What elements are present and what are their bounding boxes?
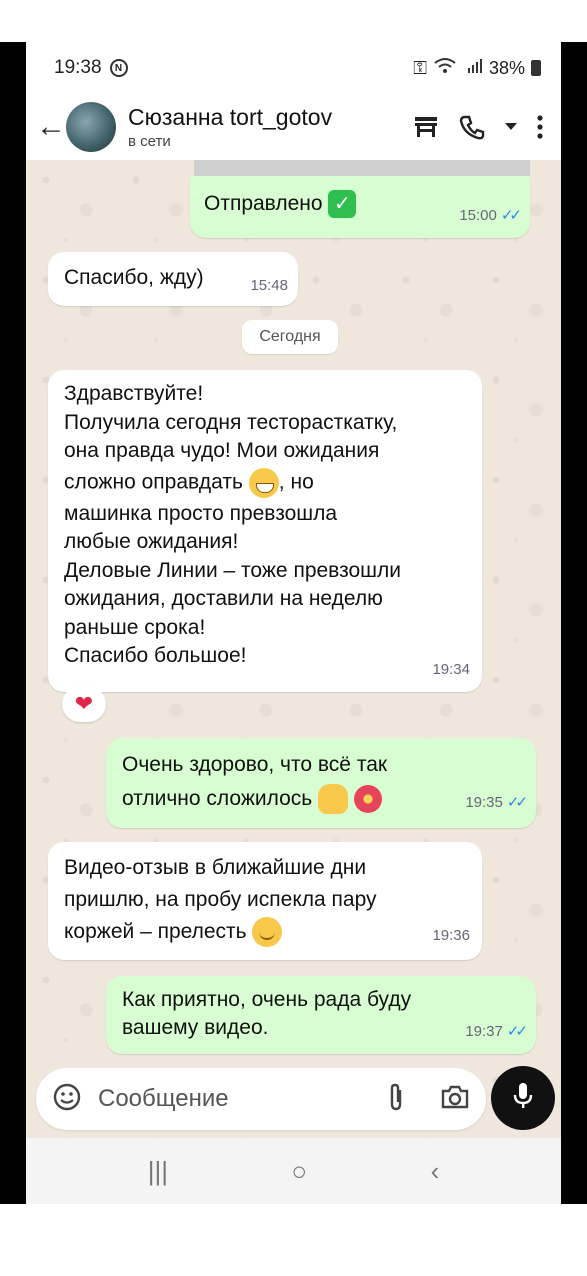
message-text: Отправлено [204, 192, 323, 215]
chat-header: ← Сюзанна tort_gotov в сети [26, 94, 561, 160]
message-input-bar[interactable]: Сообщение [36, 1068, 486, 1130]
message-line: любые ожидания! [64, 530, 239, 553]
message-meta: 19:37 ✓✓ [465, 1018, 528, 1046]
message-line: пришлю, на пробу испекла пару [64, 888, 377, 911]
message-time: 19:34 [432, 660, 470, 678]
message-time: 19:37 [465, 1023, 503, 1040]
heart-reaction-icon[interactable]: ❤ [62, 686, 106, 722]
input-actions [386, 1082, 470, 1117]
mic-icon [512, 1081, 534, 1116]
message-meta: 19:36 [432, 920, 470, 952]
message-meta: 19:35 ✓✓ [465, 786, 528, 820]
message-line: раньше срока! [64, 615, 206, 639]
message-time: 19:35 [465, 794, 503, 811]
message-time: 15:00 [459, 207, 497, 224]
system-nav-bar: ||| ○ ‹ [26, 1138, 561, 1204]
signal-icon [467, 58, 483, 79]
message-line: Здравствуйте! [64, 382, 204, 405]
recents-icon[interactable]: ||| [148, 1156, 168, 1187]
back-arrow-icon[interactable]: ← [36, 110, 66, 144]
message-line: вашему видео. [122, 1016, 269, 1039]
hibiscus-emoji [353, 785, 382, 814]
store-icon[interactable] [413, 115, 439, 139]
message-line: она правда чудо! Мои ожидания [64, 439, 380, 462]
message-line: Очень здорово, что всё так [122, 753, 388, 776]
status-bar: 19:38 N ⚿ 38% [26, 42, 561, 94]
contact-info[interactable]: Сюзанна tort_gotov в сети [128, 104, 332, 150]
message-line: Получила сегодня тесторасткатку, [64, 410, 398, 434]
battery-percent: 38% [488, 57, 525, 78]
message-bubble[interactable]: Видео-отзыв в ближайшие дни пришлю, на п… [48, 842, 482, 960]
message-meta: 15:48 [250, 272, 288, 300]
mic-button[interactable] [491, 1066, 555, 1130]
header-actions [413, 114, 561, 140]
screen: 19:38 N ⚿ 38% ← Сюзанна tort_gotov в сет… [26, 42, 561, 1204]
message-line: Деловые Линии – тоже превзошли [64, 558, 401, 582]
status-time: 19:38 [54, 57, 102, 78]
notification-icon: N [109, 59, 128, 77]
message-line: Видео-отзыв в ближайшие дни [64, 856, 367, 879]
message-line-with-emoji: коржей – прелесть [64, 916, 466, 948]
message-line: сложно оправдать [64, 470, 243, 494]
message-line-with-emoji: сложно оправдать , но [64, 467, 466, 498]
message-bubble[interactable]: Отправлено ✓ 15:00 ✓✓ [190, 176, 530, 238]
attach-icon[interactable] [386, 1082, 406, 1117]
date-separator: Сегодня [242, 320, 338, 354]
message-line: машинка просто превзошла [64, 501, 338, 525]
read-ticks-icon: ✓✓ [506, 794, 528, 811]
message-input[interactable]: Сообщение [98, 1085, 229, 1113]
back-icon[interactable]: ‹ [431, 1156, 440, 1187]
message-line: ожидания, доставили на неделю [64, 587, 383, 610]
grinning-face-emoji [248, 467, 279, 498]
key-icon: ⚿ [413, 57, 427, 78]
message-line: коржей – прелесть [64, 920, 247, 943]
battery-icon [531, 60, 541, 76]
read-ticks-icon: ✓✓ [506, 1023, 528, 1040]
message-text: Спасибо, жду) [64, 266, 204, 289]
contact-name: Сюзанна tort_gotov [128, 104, 333, 130]
camera-icon[interactable] [440, 1084, 470, 1115]
more-vert-icon[interactable] [537, 115, 543, 139]
message-line: Как приятно, очень рада буду [122, 988, 412, 1011]
check-mark-emoji: ✓ [328, 190, 357, 219]
avatar[interactable] [66, 102, 116, 152]
raising-hands-emoji [318, 784, 349, 815]
message-line: , но [278, 470, 314, 494]
home-icon[interactable]: ○ [291, 1156, 307, 1187]
message-meta: 19:34 [432, 656, 470, 685]
message-bubble[interactable]: Спасибо, жду) 15:48 [48, 252, 298, 306]
message-bubble[interactable]: Как приятно, очень рада буду вашему виде… [106, 976, 536, 1054]
status-right: ⚿ 38% [413, 57, 541, 80]
message-bubble[interactable]: Здравствуйте! Получила сегодня тестораст… [48, 370, 482, 692]
sticker-icon[interactable] [52, 1082, 82, 1117]
chevron-down-icon[interactable] [505, 123, 517, 131]
message-line: Спасибо большое! [64, 644, 247, 667]
message-line-with-emoji: отлично сложилось [122, 782, 520, 816]
read-ticks-icon: ✓✓ [500, 207, 522, 224]
contact-status: в сети [128, 133, 171, 150]
message-time: 19:36 [432, 927, 470, 944]
phone-icon[interactable] [459, 114, 485, 140]
smiling-face-emoji [252, 917, 283, 948]
wifi-call-icon [433, 57, 461, 80]
message-meta: 15:00 ✓✓ [459, 202, 522, 230]
phone-frame: 19:38 N ⚿ 38% ← Сюзанна tort_gotov в сет… [0, 42, 587, 1204]
message-bubble[interactable]: Очень здорово, что всё так отлично сложи… [106, 738, 536, 828]
message-line: отлично сложилось [122, 787, 313, 810]
message-time: 15:48 [250, 277, 288, 294]
